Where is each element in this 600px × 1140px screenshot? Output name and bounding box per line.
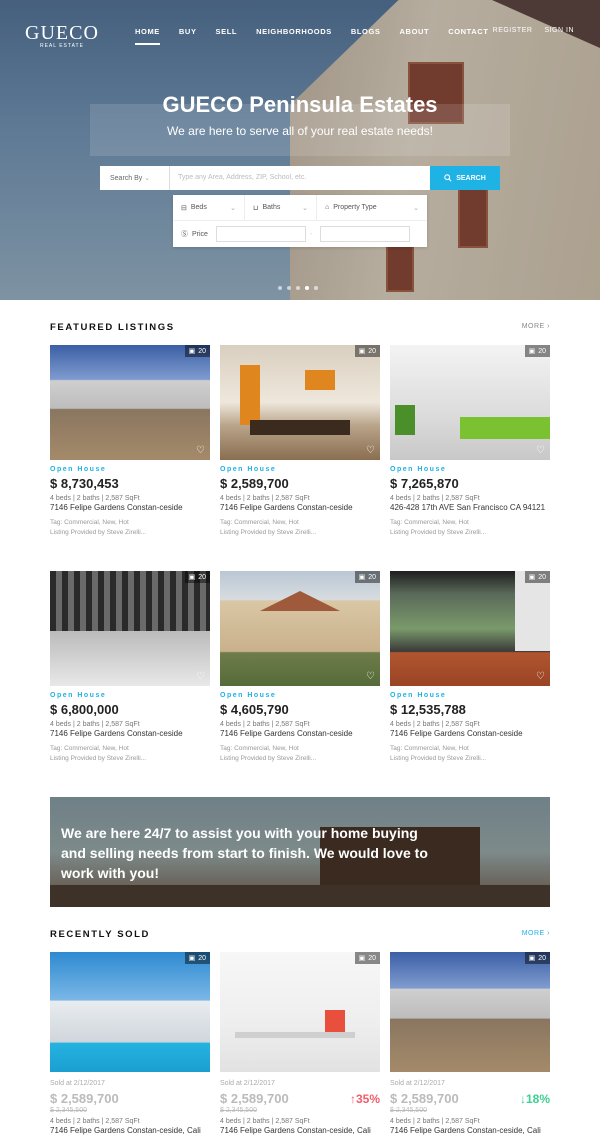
promo-text: We are here 24/7 to assist you with your… [61,825,428,881]
hero-title: GUECO Peninsula Estates [162,92,438,117]
image-icon: ▣ [188,348,196,355]
baths-dropdown[interactable]: ⊔ Baths ⌄ [245,195,317,220]
image-icon: ▣ [188,574,196,581]
nav-blogs[interactable]: BLOGS [351,27,381,36]
search-filters: ⊟ Beds ⌄ ⊔ Baths ⌄ ⌂ Property Type ⌄ Ⓢ Price - [173,195,427,247]
price-change-up: ↑35% [349,1091,380,1106]
heart-icon[interactable]: ♡ [196,671,205,682]
recently-sold-title: RECENTLY SOLD [50,929,150,940]
price-min-input[interactable] [215,226,306,242]
auth-links: REGISTER SIGN IN [493,27,574,34]
photo-count-badge: ▣ 20 [524,571,550,583]
main-nav: HOME BUY SELL NEIGHBORHOODS BLOGS ABOUT … [135,27,508,45]
nav-about[interactable]: ABOUT [400,27,430,36]
featured-more-link[interactable]: MORE › [522,323,550,330]
sold-card[interactable]: ▣ 20 Sold at 2/12/2017 $ 2,589,700 ↓18% $ … [390,952,550,1136]
listing-photo[interactable]: ▣ 20 ♡ [390,571,550,686]
bed-icon: ⊟ [181,204,187,212]
search-icon [444,174,452,182]
carousel-dots [278,286,318,290]
photo-count-badge: ▣ 20 [524,345,550,357]
listing-card[interactable]: ▣ 20 ♡ Open House $ 12,535,788 4 beds | 2… [390,571,550,762]
sold-more-link[interactable]: MORE › [522,930,550,937]
beds-dropdown[interactable]: ⊟ Beds ⌄ [173,195,245,220]
listing-card[interactable]: ▣ 20 ♡ Open House $ 6,800,000 4 beds | 2 … [50,571,210,762]
property-type-dropdown[interactable]: ⌂ Property Type ⌄ [317,195,427,220]
heart-icon[interactable]: ♡ [366,445,375,456]
listing-photo[interactable]: ▣ 20 ♡ [390,345,550,460]
search-bar: Search By ⌄ Type any Area, Address, ZIP,… [100,166,500,190]
listing-photo[interactable]: ▣ 20 ♡ [220,571,380,686]
carousel-dot[interactable] [314,286,318,290]
nav-contact[interactable]: CONTACT [448,27,488,36]
search-input[interactable]: Type any Area, Address, ZIP, School, etc… [170,166,430,190]
signin-link[interactable]: SIGN IN [544,27,574,34]
heart-icon[interactable]: ♡ [536,671,545,682]
listing-photo[interactable]: ▣ 20 [50,952,210,1072]
listing-photo[interactable]: ▣ 20 [220,952,380,1072]
photo-count-badge: ▣ 20 [524,952,550,964]
dollar-icon: Ⓢ [181,231,188,238]
photo-count-badge: ▣ 20 [354,952,380,964]
heart-icon[interactable]: ♡ [536,445,545,456]
image-icon: ▣ [358,955,366,962]
photo-count-badge: ▣ 20 [184,345,210,357]
carousel-dot-active[interactable] [305,286,309,290]
photo-count-badge: ▣ 20 [354,571,380,583]
search-button[interactable]: SEARCH [430,166,500,190]
heart-icon[interactable]: ♡ [196,445,205,456]
image-icon: ▣ [188,955,196,962]
heart-icon[interactable]: ♡ [366,671,375,682]
carousel-dot[interactable] [278,286,282,290]
listing-photo[interactable]: ▣ 20 ♡ [220,345,380,460]
listing-card[interactable]: ▣ 20 ♡ Open House $ 7,265,870 4 beds | 2 … [390,345,550,536]
promo-banner: We are here 24/7 to assist you with your… [50,797,550,907]
image-icon: ▣ [528,955,536,962]
photo-count-badge: ▣ 20 [184,571,210,583]
listing-card[interactable]: ▣ 20 ♡ Open House $ 8,730,453 4 beds | 2 … [50,345,210,536]
carousel-dot[interactable] [287,286,291,290]
nav-buy[interactable]: BUY [179,27,197,36]
carousel-dot[interactable] [296,286,300,290]
image-icon: ▣ [358,574,366,581]
image-icon: ▣ [528,574,536,581]
nav-home[interactable]: HOME [135,27,160,45]
listing-card[interactable]: ▣ 20 ♡ Open House $ 4,605,790 4 beds | 2 … [220,571,380,762]
chevron-down-icon: ⌄ [144,175,151,182]
image-icon: ▣ [528,348,536,355]
listing-photo[interactable]: ▣ 20 ♡ [50,345,210,460]
photo-count-badge: ▣ 20 [354,345,380,357]
price-label: Price [192,230,208,238]
chevron-down-icon: ⌄ [302,204,308,212]
image-icon: ▣ [358,348,366,355]
sold-card[interactable]: ▣ 20 Sold at 2/12/2017 $ 2,589,700 $ 2,34… [50,952,210,1136]
search-by-dropdown[interactable]: Search By ⌄ [100,166,170,190]
listing-photo[interactable]: ▣ 20 ♡ [50,571,210,686]
listing-photo[interactable]: ▣ 20 [390,952,550,1072]
chevron-down-icon: ⌄ [230,204,236,212]
nav-sell[interactable]: SELL [216,27,238,36]
bath-icon: ⊔ [253,204,259,212]
sold-card[interactable]: ▣ 20 Sold at 2/12/2017 $ 2,589,700 ↑35% $ … [220,952,380,1136]
chevron-down-icon: ⌄ [413,204,419,212]
site-logo[interactable]: GUECO REAL ESTATE [25,22,99,49]
price-change-down: ↓18% [519,1091,550,1106]
featured-title: FEATURED LISTINGS [50,322,175,333]
photo-count-badge: ▣ 20 [184,952,210,964]
home-icon: ⌂ [325,204,330,211]
nav-neighborhoods[interactable]: NEIGHBORHOODS [256,27,332,36]
hero-subtitle: We are here to serve all of your real es… [167,124,433,138]
listing-card[interactable]: ▣ 20 ♡ Open House $ 2,589,700 4 beds | 2 … [220,345,380,536]
register-link[interactable]: REGISTER [493,27,533,34]
price-max-input[interactable] [320,226,411,242]
